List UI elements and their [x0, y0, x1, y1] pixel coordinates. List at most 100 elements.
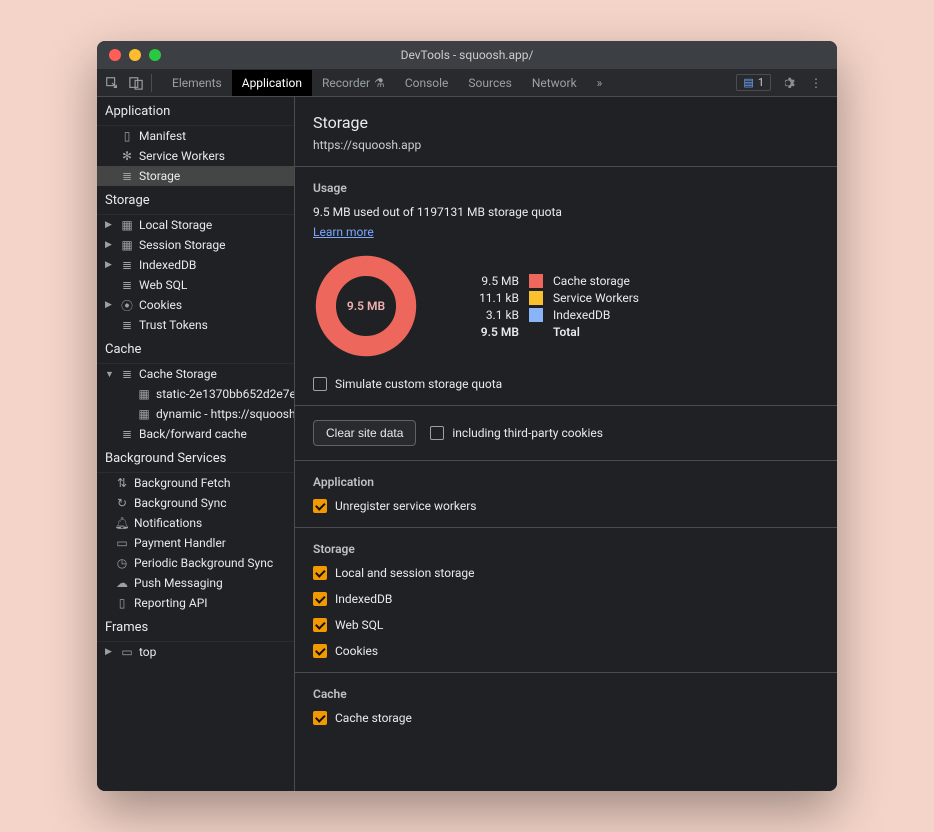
arrows-icon: ⇅: [115, 476, 129, 490]
sidebar-item-push[interactable]: ☁︎ Push Messaging: [97, 573, 294, 593]
sidebar-item-payment[interactable]: ▭ Payment Handler: [97, 533, 294, 553]
document-icon: ▯: [115, 596, 129, 610]
sidebar-item-notifications[interactable]: 🔔︎ Notifications: [97, 513, 294, 533]
sidebar-item-periodic-sync[interactable]: ◷ Periodic Background Sync: [97, 553, 294, 573]
simulate-quota-label: Simulate custom storage quota: [335, 377, 502, 391]
sidebar-item-storage[interactable]: ≣ Storage: [97, 166, 294, 186]
swatch-icon: [529, 308, 543, 322]
sidebar-item-label: Trust Tokens: [139, 318, 208, 332]
sidebar-item-manifest[interactable]: ▯ Manifest: [97, 126, 294, 146]
flask-icon: ⚗︎: [374, 76, 385, 90]
clear-cache-header: Cache: [313, 687, 819, 701]
sidebar-item-label: Background Sync: [134, 496, 226, 510]
tab-console[interactable]: Console: [395, 70, 459, 96]
close-icon[interactable]: [109, 49, 121, 61]
device-icon[interactable]: [125, 72, 147, 94]
sidebar-item-label: Storage: [139, 169, 180, 183]
sidebar-item-label: Periodic Background Sync: [134, 556, 273, 570]
maximize-icon[interactable]: [149, 49, 161, 61]
database-icon: ≣: [120, 318, 134, 332]
third-party-label: including third-party cookies: [452, 426, 603, 440]
frame-icon: ▭: [120, 645, 134, 659]
more-tabs-icon[interactable]: »: [587, 70, 613, 96]
legend-total: 9.5 MB Total: [469, 325, 639, 339]
sidebar-section-cache: Cache: [97, 335, 294, 364]
swatch-icon: [529, 274, 543, 288]
sidebar-item-reporting[interactable]: ▯ Reporting API: [97, 593, 294, 613]
sidebar-item-label: Web SQL: [139, 278, 187, 292]
usage-header: Usage: [313, 181, 819, 195]
sidebar-item-bg-sync[interactable]: ↻ Background Sync: [97, 493, 294, 513]
sidebar-item-label: Payment Handler: [134, 536, 226, 550]
table-icon: ▦: [137, 387, 151, 401]
clear-site-data-button[interactable]: Clear site data: [313, 420, 416, 446]
legend-value: 9.5 MB: [469, 325, 519, 339]
kebab-icon[interactable]: ⋮: [805, 72, 827, 94]
tab-elements[interactable]: Elements: [162, 70, 232, 96]
sidebar-item-label: Cache Storage: [139, 367, 217, 381]
tab-application[interactable]: Application: [232, 70, 312, 96]
database-icon: ≣: [120, 367, 134, 381]
websql-checkbox[interactable]: [313, 618, 327, 632]
legend-value: 11.1 kB: [469, 291, 519, 305]
tab-recorder[interactable]: Recorder ⚗︎: [312, 70, 395, 96]
sync-icon: ↻: [115, 496, 129, 510]
sidebar-item-bg-fetch[interactable]: ⇅ Background Fetch: [97, 473, 294, 493]
cookies-checkbox[interactable]: [313, 644, 327, 658]
sidebar-item-bfcache[interactable]: ≣ Back/forward cache: [97, 424, 294, 444]
simulate-quota-checkbox[interactable]: [313, 377, 327, 391]
sidebar-item-session-storage[interactable]: ▶▦ Session Storage: [97, 235, 294, 255]
legend-row: 9.5 MB Cache storage: [469, 274, 639, 288]
table-icon: ▦: [137, 407, 151, 421]
inspect-icon[interactable]: [101, 72, 123, 94]
checkbox-label: IndexedDB: [335, 592, 392, 606]
database-icon: ≣: [120, 258, 134, 272]
indexeddb-checkbox[interactable]: [313, 592, 327, 606]
checkbox-label: Web SQL: [335, 618, 383, 632]
main-panel: Storage https://squoosh.app Usage 9.5 MB…: [295, 97, 837, 791]
checkbox-label: Cookies: [335, 644, 378, 658]
unregister-sw-checkbox[interactable]: [313, 499, 327, 513]
bell-icon: 🔔︎: [115, 516, 129, 530]
sidebar-item-cookies[interactable]: ▶⦿ Cookies: [97, 295, 294, 315]
sidebar-item-trust-tokens[interactable]: ≣ Trust Tokens: [97, 315, 294, 335]
sidebar-item-indexeddb[interactable]: ▶≣ IndexedDB: [97, 255, 294, 275]
legend-value: 3.1 kB: [469, 308, 519, 322]
sidebar: Application ▯ Manifest ✻ Service Workers…: [97, 97, 295, 791]
legend-value: 9.5 MB: [469, 274, 519, 288]
issues-button[interactable]: ▤ 1: [736, 74, 771, 91]
sidebar-section-storage: Storage: [97, 186, 294, 215]
legend-row: 11.1 kB Service Workers: [469, 291, 639, 305]
minimize-icon[interactable]: [129, 49, 141, 61]
gear-icon[interactable]: [777, 72, 799, 94]
swatch-icon: [529, 291, 543, 305]
tab-network[interactable]: Network: [522, 70, 587, 96]
sidebar-item-label: Manifest: [139, 129, 186, 143]
message-count: 1: [758, 76, 764, 89]
sidebar-item-label: Local Storage: [139, 218, 212, 232]
checkbox-label: Unregister service workers: [335, 499, 477, 513]
database-icon: ≣: [120, 427, 134, 441]
cache-entry-dynamic[interactable]: ▦ dynamic - https://squoosh.: [97, 404, 294, 424]
panel-title: Storage: [313, 113, 819, 132]
sidebar-item-label: IndexedDB: [139, 258, 196, 272]
tab-sources[interactable]: Sources: [458, 70, 521, 96]
legend-label: IndexedDB: [553, 308, 610, 322]
cache-storage-checkbox[interactable]: [313, 711, 327, 725]
sidebar-item-service-workers[interactable]: ✻ Service Workers: [97, 146, 294, 166]
sidebar-item-label: top: [139, 645, 156, 659]
gear-small-icon: ✻: [120, 149, 134, 163]
third-party-cookies-checkbox[interactable]: [430, 426, 444, 440]
cookie-icon: ⦿: [120, 298, 134, 312]
sidebar-item-cache-storage[interactable]: ▼≣ Cache Storage: [97, 364, 294, 384]
local-session-checkbox[interactable]: [313, 566, 327, 580]
sidebar-item-local-storage[interactable]: ▶▦ Local Storage: [97, 215, 294, 235]
usage-donut-chart: 9.5 MB: [313, 253, 419, 359]
card-icon: ▭: [115, 536, 129, 550]
tab-recorder-label: Recorder: [322, 76, 370, 90]
sidebar-item-frame-top[interactable]: ▶▭ top: [97, 642, 294, 662]
sidebar-item-websql[interactable]: ≣ Web SQL: [97, 275, 294, 295]
learn-more-link[interactable]: Learn more: [313, 225, 374, 239]
sidebar-item-label: Reporting API: [134, 596, 208, 610]
cache-entry-static[interactable]: ▦ static-2e1370bb652d2e7e…: [97, 384, 294, 404]
